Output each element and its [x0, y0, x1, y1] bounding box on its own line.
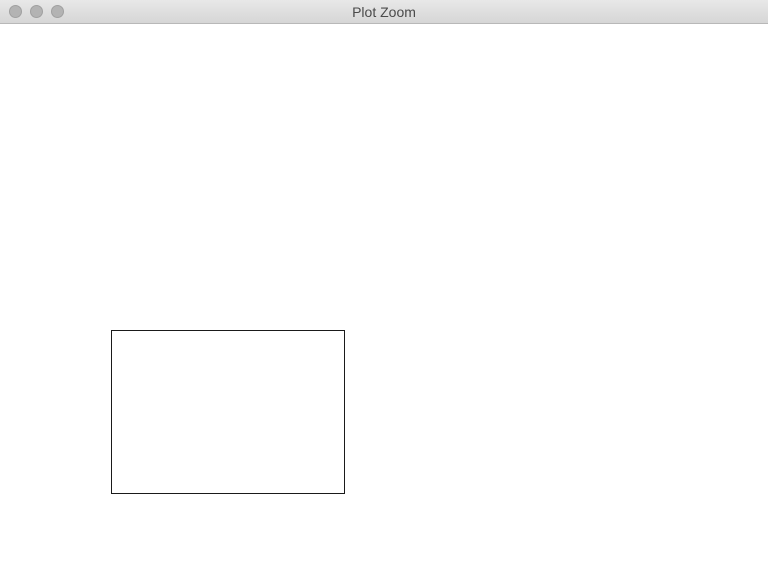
window-controls	[0, 5, 64, 18]
minimize-icon[interactable]	[30, 5, 43, 18]
window-titlebar: Plot Zoom	[0, 0, 768, 24]
plot-frame	[111, 330, 345, 494]
plot-area	[0, 24, 768, 573]
window-title: Plot Zoom	[0, 4, 768, 20]
maximize-icon[interactable]	[51, 5, 64, 18]
close-icon[interactable]	[9, 5, 22, 18]
